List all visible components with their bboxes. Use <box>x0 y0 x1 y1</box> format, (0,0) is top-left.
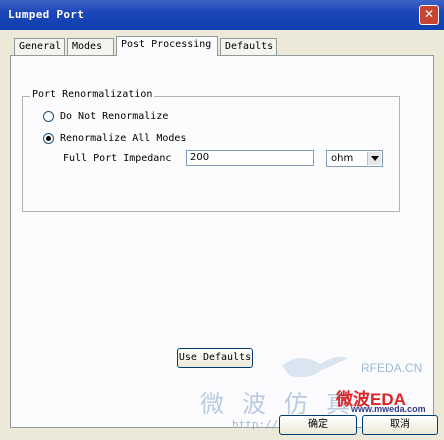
radio-checked-icon[interactable] <box>43 133 54 144</box>
group-legend: Port Renormalization <box>30 89 155 100</box>
radio-do-not-renormalize[interactable]: Do Not Renormalize <box>43 111 168 122</box>
impedance-input[interactable]: 200 <box>186 150 314 166</box>
chevron-down-icon[interactable] <box>367 152 381 165</box>
window-title: Lumped Port <box>8 8 85 21</box>
radio-label: Do Not Renormalize <box>60 111 169 122</box>
tab-post-processing[interactable]: Post Processing <box>116 36 218 56</box>
tab-defaults[interactable]: Defaults <box>220 38 277 55</box>
unit-select[interactable]: ohm <box>326 150 383 167</box>
title-bar: Lumped Port ✕ <box>0 0 444 30</box>
radio-unchecked-icon[interactable] <box>43 111 54 122</box>
unit-value: ohm <box>331 153 354 164</box>
tab-modes[interactable]: Modes <box>67 38 114 55</box>
radio-renormalize-all-modes[interactable]: Renormalize All Modes <box>43 133 186 144</box>
use-defaults-button[interactable]: Use Defaults <box>177 348 253 368</box>
cancel-button[interactable]: 取消 <box>362 415 438 435</box>
close-icon[interactable]: ✕ <box>419 5 439 25</box>
impedance-label: Full Port Impedanc <box>63 153 172 164</box>
radio-label: Renormalize All Modes <box>60 133 187 144</box>
tab-general[interactable]: General <box>14 38 65 55</box>
ok-button[interactable]: 确定 <box>279 415 357 435</box>
